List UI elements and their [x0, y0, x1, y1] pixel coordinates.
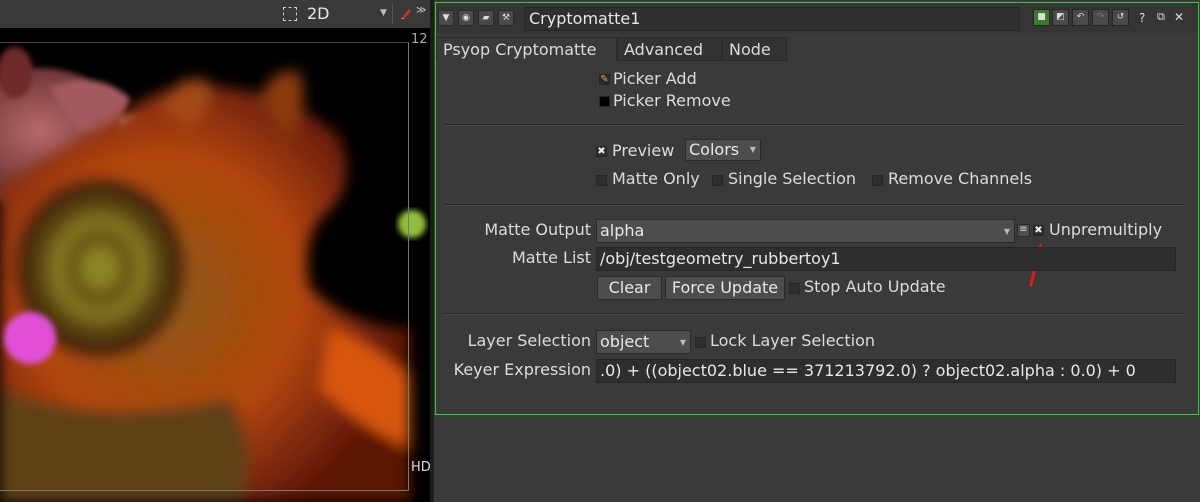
link-icon[interactable]: ↺	[1112, 9, 1129, 26]
picker-remove-checkbox[interactable]	[599, 96, 610, 107]
keyer-expression-label: Keyer Expression	[453, 360, 591, 379]
channel-menu-icon[interactable]: ≡	[1017, 224, 1030, 237]
tab-psyop-cryptomatte[interactable]: Psyop Cryptomatte	[436, 37, 617, 61]
redo-icon[interactable]: ↷	[1092, 9, 1109, 26]
wrench-icon[interactable]: ⚒	[498, 10, 514, 26]
matte-list-label: Matte List	[511, 248, 591, 267]
help-icon[interactable]: ?	[1139, 11, 1145, 25]
chevron-down-icon: ▼	[749, 145, 756, 154]
parameter-panel: ▼ ◉ ▰ ⚒ Cryptomatte1 ■ ◩ ↶ ↷ ↺ ? ⧉ ✕ Psy…	[434, 0, 1200, 502]
restore-window-icon[interactable]: ⧉	[1157, 10, 1165, 24]
chevron-down-icon: ▼	[1003, 227, 1010, 236]
more-chevron-icon[interactable]: ≫	[416, 5, 426, 16]
bypass-flag-icon[interactable]: ◩	[1052, 9, 1069, 26]
viewport-render[interactable]: 12 HD	[0, 28, 430, 502]
preview-mode-dropdown[interactable]: Colors ▼	[685, 139, 761, 161]
node-header: ▼ ◉ ▰ ⚒ Cryptomatte1 ■ ◩ ↶ ↷ ↺ ? ⧉ ✕	[436, 3, 1198, 33]
keyer-expression-field[interactable]: .0) + ((object02.blue == 371213792.0) ? …	[596, 359, 1176, 383]
selection-marquee-icon[interactable]	[283, 7, 297, 21]
single-selection-label: Single Selection	[728, 169, 857, 188]
force-update-button[interactable]: Force Update	[665, 276, 785, 300]
viewport-frame-guide	[0, 42, 409, 491]
matte-list-field[interactable]: /obj/testgeometry_rubbertoy1	[596, 247, 1176, 271]
stop-auto-update-checkbox[interactable]	[789, 283, 800, 294]
matte-only-checkbox[interactable]	[596, 175, 607, 186]
tab-advanced[interactable]: Advanced	[617, 37, 722, 61]
matte-output-value: alpha	[600, 221, 645, 240]
remove-channels-label: Remove Channels	[888, 169, 1033, 188]
chevron-down-icon[interactable]: ▼	[380, 8, 387, 18]
section-divider	[444, 313, 1186, 315]
viewer-toolbar: 2D ▼ ≫	[0, 0, 430, 29]
picker-remove-label: Picker Remove	[613, 91, 731, 110]
remove-channels-checkbox[interactable]	[872, 175, 883, 186]
layer-selection-value: object	[600, 332, 650, 351]
close-icon[interactable]: ✕	[1174, 10, 1184, 24]
preview-mode-value: Colors	[689, 140, 740, 159]
undo-icon[interactable]: ↶	[1072, 9, 1089, 26]
tab-node[interactable]: Node	[722, 37, 787, 61]
single-selection-checkbox[interactable]	[712, 175, 723, 186]
pen-icon[interactable]	[400, 6, 412, 20]
preview-label: Preview	[612, 141, 675, 160]
layer-selection-dropdown[interactable]: object ▼	[596, 330, 691, 354]
stop-auto-update-label: Stop Auto Update	[804, 277, 946, 296]
matte-output-label: Matte Output	[484, 220, 591, 239]
preview-checkbox[interactable]: ✖	[596, 146, 607, 157]
section-divider	[444, 204, 1186, 206]
node-type-icon[interactable]: ▰	[478, 10, 494, 26]
display-flag-icon[interactable]: ■	[1033, 9, 1050, 26]
section-divider	[444, 124, 1186, 126]
matte-only-label: Matte Only	[612, 169, 700, 188]
toolbar-divider	[392, 4, 393, 24]
node-parameters-box: ▼ ◉ ▰ ⚒ Cryptomatte1 ■ ◩ ↶ ↷ ↺ ? ⧉ ✕ Psy…	[435, 2, 1199, 415]
collapse-triangle-icon[interactable]: ▼	[438, 10, 454, 26]
unpremultiply-checkbox[interactable]: ✖	[1033, 225, 1044, 236]
lock-layer-selection-label: Lock Layer Selection	[710, 331, 875, 350]
lock-layer-selection-checkbox[interactable]	[695, 337, 706, 348]
layer-selection-label: Layer Selection	[467, 331, 591, 350]
node-name-field[interactable]: Cryptomatte1	[524, 7, 1020, 31]
matte-output-dropdown[interactable]: alpha ▼	[596, 219, 1015, 243]
frame-resolution-label: HD	[411, 460, 430, 475]
chevron-down-icon: ▼	[679, 338, 686, 347]
picker-add-checkbox[interactable]: ✎	[599, 74, 610, 85]
viewer-pane: 2D ▼ ≫ 12 HD	[0, 0, 430, 502]
clear-button[interactable]: Clear	[597, 276, 662, 300]
unpremultiply-label: Unpremultiply	[1049, 220, 1163, 239]
frame-top-label: 12	[411, 32, 428, 47]
view-mode-dropdown[interactable]: 2D	[307, 4, 330, 23]
picker-add-label: Picker Add	[613, 69, 697, 88]
target-icon[interactable]: ◉	[458, 10, 474, 26]
